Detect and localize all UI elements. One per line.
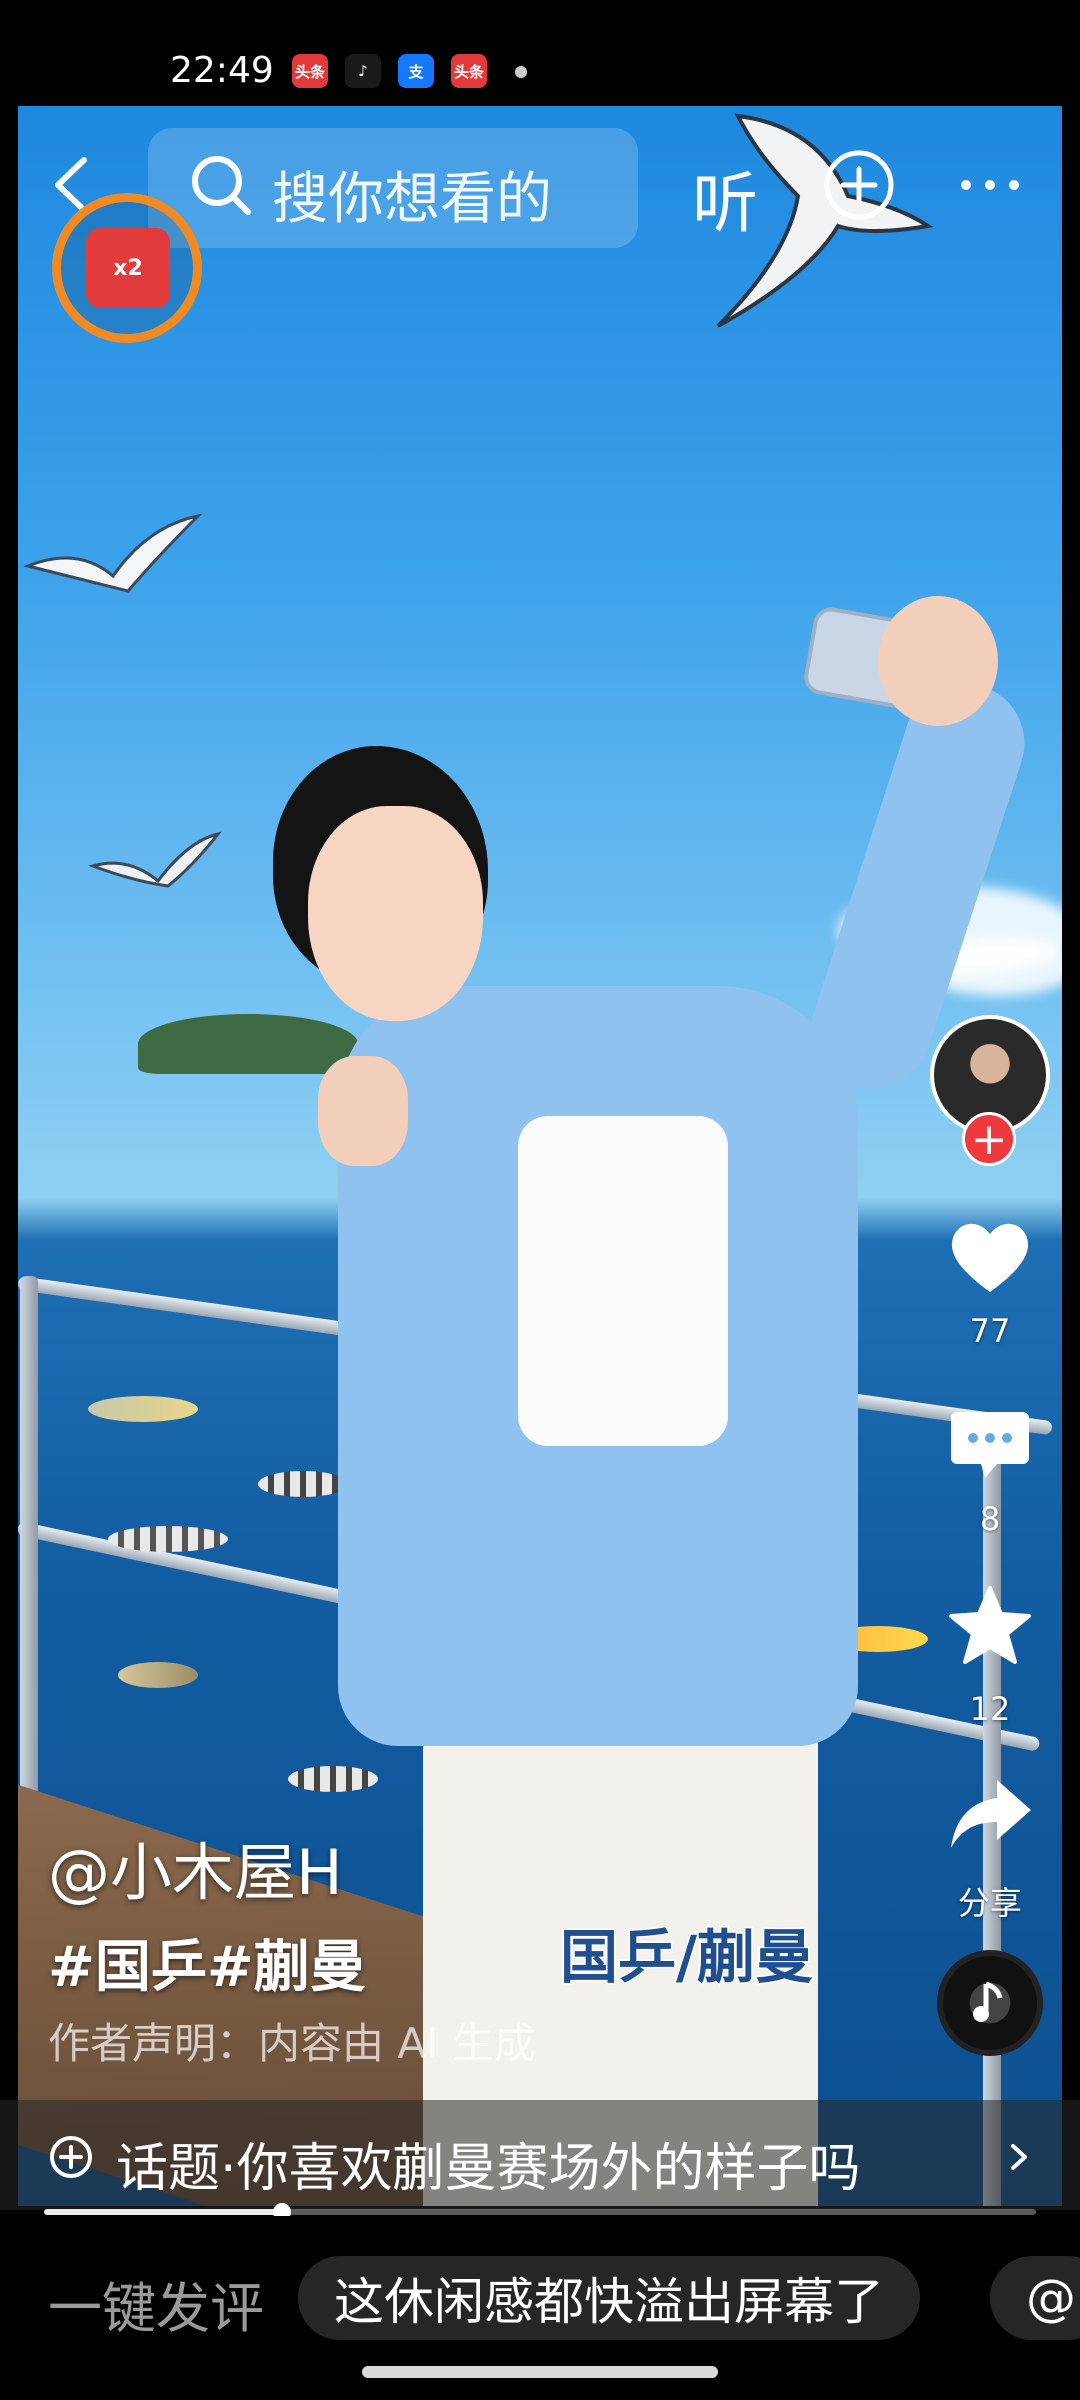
home-indicator[interactable] bbox=[362, 2366, 718, 2378]
fish bbox=[118, 1662, 198, 1688]
topic-add-icon bbox=[50, 2136, 92, 2178]
ai-declaration: 作者声明：内容由 AI 生成 bbox=[48, 2019, 536, 2068]
comment-icon[interactable] bbox=[945, 1400, 1035, 1490]
status-time: 22:49 bbox=[170, 50, 274, 91]
person-face bbox=[308, 806, 483, 1021]
red-packet-icon[interactable]: x2 bbox=[86, 228, 170, 308]
like-count: 77 bbox=[969, 1312, 1011, 1350]
search-placeholder: 搜你想看的 bbox=[272, 167, 552, 232]
favorite-count: 12 bbox=[969, 1690, 1011, 1728]
add-icon[interactable] bbox=[822, 148, 896, 222]
share-label: 分享 bbox=[957, 1884, 1022, 1922]
island bbox=[138, 1014, 358, 1074]
seagull bbox=[88, 831, 222, 888]
comment-count: 8 bbox=[979, 1500, 1001, 1538]
app-icon-alipay: 支 bbox=[398, 54, 434, 88]
chevron-right-icon bbox=[1011, 2144, 1027, 2170]
seagull bbox=[23, 513, 203, 593]
app-icon-douyin: ♪ bbox=[345, 54, 381, 88]
follow-button[interactable]: + bbox=[962, 1112, 1016, 1166]
app-icon-toutiao-2: 头条 bbox=[451, 54, 487, 88]
app-icon-toutiao: 头条 bbox=[292, 54, 328, 88]
hashtags[interactable]: #国乒#蒯曼 bbox=[48, 1922, 366, 2003]
peace-sign-hand bbox=[318, 1056, 408, 1166]
person-top bbox=[518, 1116, 728, 1446]
search-icon bbox=[192, 156, 251, 215]
favorite-star-icon[interactable] bbox=[945, 1582, 1035, 1672]
quick-comment-chip[interactable]: @ bbox=[990, 2256, 1080, 2340]
quick-comment-label[interactable]: 一键发评 bbox=[48, 2264, 264, 2343]
music-note-icon bbox=[973, 1981, 1003, 2022]
listen-button[interactable]: 听 bbox=[692, 150, 758, 246]
quick-comment-chip[interactable]: 这休闲感都快溢出屏幕了 bbox=[298, 2256, 920, 2340]
like-icon[interactable] bbox=[945, 1212, 1035, 1302]
video-caption: 国乒/蒯曼 bbox=[558, 1922, 814, 1993]
fish bbox=[288, 1766, 378, 1792]
share-icon[interactable] bbox=[945, 1770, 1035, 1860]
topic-text[interactable]: 话题·你喜欢蒯曼赛场外的样子吗 bbox=[116, 2126, 861, 2201]
notification-dot bbox=[515, 66, 527, 78]
author-name[interactable]: @小木屋H bbox=[48, 1822, 343, 1912]
fish bbox=[258, 1471, 348, 1497]
status-bar bbox=[0, 0, 1080, 106]
person-hand bbox=[878, 596, 998, 726]
fish bbox=[88, 1396, 198, 1422]
more-icon[interactable] bbox=[958, 175, 1022, 195]
progress-fill bbox=[44, 2209, 283, 2215]
fish bbox=[108, 1526, 228, 1552]
